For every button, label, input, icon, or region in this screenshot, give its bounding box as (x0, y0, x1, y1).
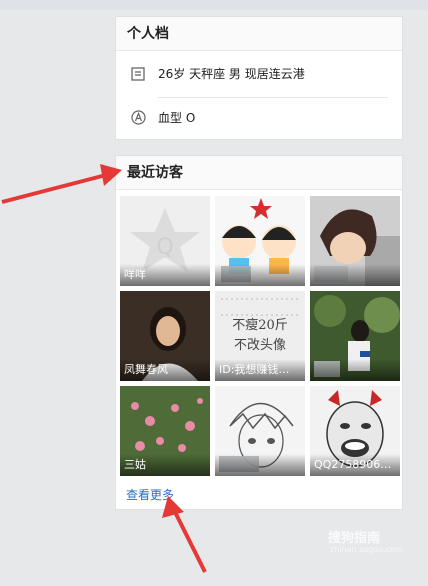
profile-title: 个人档 (116, 17, 402, 51)
profile-info-text: 26岁 天秤座 男 现居连云港 (158, 67, 305, 81)
visitor-name: 三姑 (120, 454, 210, 476)
top-strip (0, 0, 428, 10)
blood-type-icon (130, 110, 146, 126)
view-more-link[interactable]: 查看更多 (126, 486, 174, 503)
visitor-name (310, 359, 400, 381)
visitor-6[interactable] (310, 291, 400, 381)
visitor-name: 咩咩 (120, 264, 210, 286)
svg-text:Q: Q (156, 235, 173, 260)
visitor-5[interactable]: 不瘦20斤 不改头像 ID:我想赚钱… (215, 291, 305, 381)
watermark-url: zhinan.sogou.com (330, 545, 403, 554)
watermark-logo-text: 搜狗指南 (328, 531, 381, 546)
visitor-name: 凤舞春风 (120, 359, 210, 381)
visitor-7[interactable]: 三姑 (120, 386, 210, 476)
visitor-name (310, 264, 400, 286)
visitor-2[interactable] (215, 196, 305, 286)
visitor-1[interactable]: Q 咩咩 (120, 196, 210, 286)
visitors-grid: Q 咩咩 凤舞春风 不瘦20斤 不改头像 ID:我想赚钱… 三姑 QQ27589… (120, 196, 400, 476)
visitor-name: ID:我想赚钱… (215, 359, 305, 381)
profile-info-row: 26岁 天秤座 男 现居连云港 (130, 65, 388, 82)
document-icon (130, 66, 146, 82)
visitor-name (215, 264, 305, 286)
visitor-9[interactable]: QQ2758906… (310, 386, 400, 476)
profile-blood-row: 血型 O (130, 109, 388, 126)
svg-text:不瘦20斤: 不瘦20斤 (232, 317, 288, 333)
profile-divider (158, 97, 388, 98)
visitor-8[interactable] (215, 386, 305, 476)
profile-blood-text: 血型 O (158, 111, 196, 125)
visitor-4[interactable]: 凤舞春风 (120, 291, 210, 381)
visitor-3[interactable] (310, 196, 400, 286)
arrow-to-visitors-title (1, 164, 122, 204)
profile-card: 个人档 26岁 天秤座 男 现居连云港 血型 O (115, 16, 403, 140)
visitors-title: 最近访客 (116, 156, 402, 190)
visitors-card: 最近访客 Q 咩咩 凤舞春风 不瘦20斤 不改头像 ID:我想赚钱… 三姑 QQ… (115, 155, 403, 510)
visitor-name: QQ2758906… (310, 454, 400, 476)
svg-text:不改头像: 不改头像 (234, 338, 286, 353)
visitor-name (215, 454, 305, 476)
